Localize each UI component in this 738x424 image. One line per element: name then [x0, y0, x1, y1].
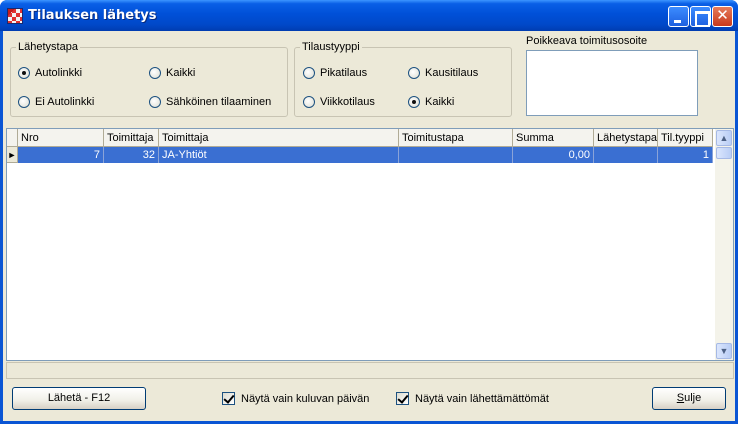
radio-indicator: [408, 67, 420, 79]
scroll-up-icon[interactable]: ▲: [716, 130, 732, 146]
app-checker-icon: [7, 8, 23, 24]
radio-pikatilaus[interactable]: Pikatilaus: [303, 67, 367, 79]
radio-label: Sähköinen tilaaminen: [166, 96, 272, 108]
orders-grid[interactable]: Nro Toimittaja Toimittaja Toimitustapa S…: [6, 128, 734, 361]
window-border-left[interactable]: [0, 31, 3, 424]
radio-indicator: [18, 96, 30, 108]
radio-indicator: [149, 96, 161, 108]
address-textbox[interactable]: [526, 50, 698, 116]
status-strip: [6, 362, 734, 379]
radio-indicator: [149, 67, 161, 79]
window-title: Tilauksen lähetys: [28, 8, 157, 23]
cell-toimittaja-id[interactable]: 32: [104, 147, 159, 163]
radio-kaikki-lahetystapa[interactable]: Kaikki: [149, 67, 195, 79]
checkbox-indicator: [396, 392, 409, 405]
col-header-lahetystapa[interactable]: Lähetystapa: [594, 129, 658, 147]
maximize-icon[interactable]: [690, 6, 711, 27]
table-row[interactable]: 7 32 JA-Yhtiöt 0,00 1: [18, 147, 713, 163]
radio-viikkotilaus[interactable]: Viikkotilaus: [303, 96, 375, 108]
radio-label: Kaikki: [166, 67, 196, 79]
col-header-toimittaja[interactable]: Toimittaja: [159, 129, 399, 147]
scroll-thumb[interactable]: [716, 147, 732, 159]
radio-label: Autolinkki: [35, 67, 83, 79]
radio-kausitilaus[interactable]: Kausitilaus: [408, 67, 478, 79]
minimize-icon[interactable]: [668, 6, 689, 27]
col-header-toimitustapa[interactable]: Toimitustapa: [399, 129, 513, 147]
radio-autolinkki[interactable]: Autolinkki: [18, 67, 82, 79]
checkbox-unsent-only[interactable]: Näytä vain lähettämättömät: [396, 392, 549, 405]
radio-indicator: [303, 67, 315, 79]
radio-indicator: [303, 96, 315, 108]
cell-toimitustapa[interactable]: [399, 147, 513, 163]
cell-toimittaja[interactable]: JA-Yhtiöt: [159, 147, 399, 163]
radio-sahkoinen-tilaaminen[interactable]: Sähköinen tilaaminen: [149, 96, 271, 108]
radio-indicator: [408, 96, 420, 108]
close-button-label: Sulje: [676, 392, 702, 404]
header-corner: [7, 129, 18, 147]
lahetystapa-legend: Lähetystapa: [18, 41, 78, 53]
scroll-down-icon[interactable]: ▼: [716, 343, 732, 359]
close-button[interactable]: Sulje: [652, 387, 726, 410]
cell-nro[interactable]: 7: [18, 147, 104, 163]
tilaustyyppi-group: Tilaustyyppi Pikatilaus Kausitilaus Viik…: [294, 41, 512, 117]
checkbox-indicator: [222, 392, 235, 405]
title-bar[interactable]: Tilauksen lähetys ✕: [0, 0, 738, 31]
address-label: Poikkeava toimitusosoite: [526, 35, 648, 47]
radio-kaikki-tilaustyyppi[interactable]: Kaikki: [408, 96, 454, 108]
radio-label: Pikatilaus: [320, 67, 368, 79]
col-header-summa[interactable]: Summa: [513, 129, 594, 147]
main-window: Tilauksen lähetys ✕ Lähetystapa Autolink…: [0, 0, 738, 424]
radio-label: Viikkotilaus: [320, 96, 375, 108]
radio-label: Kaikki: [425, 96, 455, 108]
dialog-client-area: Lähetystapa Autolinkki Kaikki Ei Autolin…: [3, 31, 735, 421]
col-header-toimittaja-id[interactable]: Toimittaja: [104, 129, 159, 147]
cell-tiltyyppi[interactable]: 1: [658, 147, 713, 163]
col-header-nro[interactable]: Nro: [18, 129, 104, 147]
checkbox-label: Näytä vain kuluvan päivän: [241, 392, 370, 405]
close-icon[interactable]: ✕: [712, 6, 733, 27]
radio-ei-autolinkki[interactable]: Ei Autolinkki: [18, 96, 94, 108]
grid-header: Nro Toimittaja Toimittaja Toimitustapa S…: [7, 129, 713, 147]
checkbox-label: Näytä vain lähettämättömät: [415, 392, 549, 405]
checkbox-today-only[interactable]: Näytä vain kuluvan päivän: [222, 392, 369, 405]
tilaustyyppi-legend: Tilaustyyppi: [302, 41, 360, 53]
radio-indicator: [18, 67, 30, 79]
radio-label: Kausitilaus: [425, 67, 479, 79]
send-button[interactable]: Lähetä - F12: [12, 387, 146, 410]
grid-vertical-scrollbar[interactable]: ▲ ▼: [715, 129, 733, 360]
cell-summa[interactable]: 0,00: [513, 147, 594, 163]
close-glyph: ✕: [716, 6, 729, 24]
radio-label: Ei Autolinkki: [35, 96, 95, 108]
cell-lahetystapa[interactable]: [594, 147, 658, 163]
col-header-tiltyyppi[interactable]: Til.tyyppi: [658, 129, 713, 147]
row-indicator-icon[interactable]: ►: [7, 147, 18, 163]
lahetystapa-group: Lähetystapa Autolinkki Kaikki Ei Autolin…: [10, 41, 288, 117]
